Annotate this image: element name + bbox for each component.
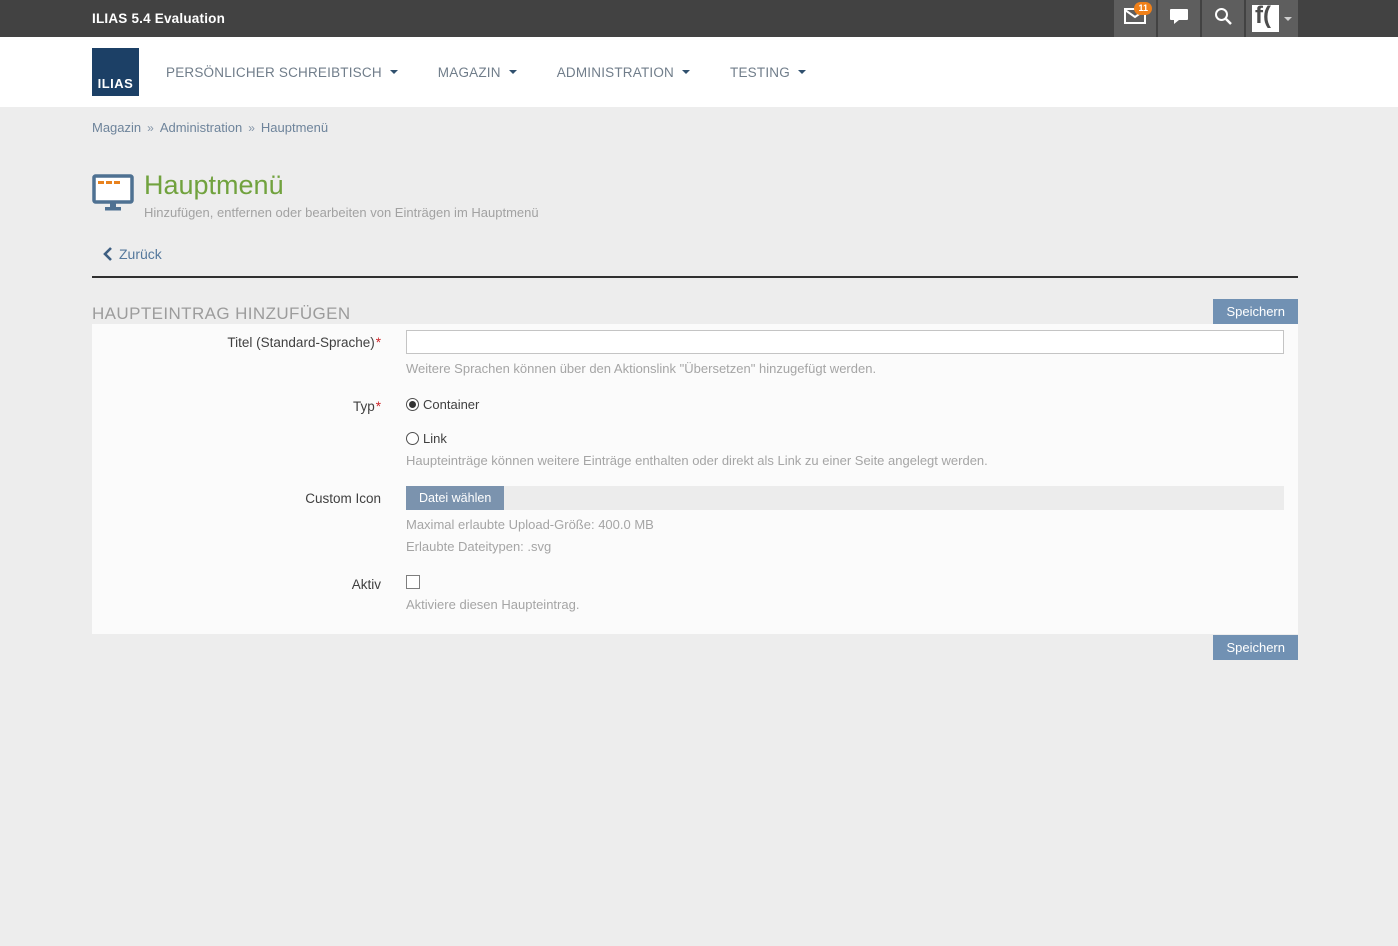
topbar-icon-group: 11 f( (1112, 0, 1298, 37)
file-types-hint: Erlaubte Dateitypen: .svg (406, 539, 1284, 554)
chevron-down-icon (390, 70, 398, 74)
required-asterisk: * (376, 335, 381, 350)
mail-button[interactable]: 11 (1114, 0, 1156, 37)
typ-option-link[interactable]: Link (406, 431, 1284, 446)
search-button[interactable] (1202, 0, 1244, 37)
nav-item-magazin[interactable]: MAGAZIN (438, 65, 517, 80)
page-subtitle: Hinzufügen, entfernen oder bearbeiten vo… (144, 205, 539, 220)
typ-option-container[interactable]: Container (406, 397, 1284, 412)
form-panel: Titel (Standard-Sprache)* Weitere Sprach… (92, 324, 1298, 634)
nav-item-label: TESTING (730, 65, 790, 80)
aktiv-checkbox[interactable] (406, 575, 420, 589)
ilias-logo[interactable]: ILIAS (92, 48, 139, 96)
required-asterisk: * (376, 399, 381, 414)
titel-label: Titel (Standard-Sprache)* (92, 330, 381, 376)
user-menu-button[interactable]: f( (1246, 0, 1298, 37)
typ-hint: Haupteinträge können weitere Einträge en… (406, 453, 1284, 468)
caret-down-icon (1284, 17, 1292, 21)
radio-container[interactable] (406, 398, 419, 411)
chevron-down-icon (509, 70, 517, 74)
nav-items: PERSÖNLICHER SCHREIBTISCH MAGAZIN ADMINI… (166, 65, 846, 80)
custom-icon-label: Custom Icon (92, 486, 381, 554)
app-title: ILIAS 5.4 Evaluation (92, 11, 225, 26)
breadcrumb-magazin[interactable]: Magazin (92, 120, 141, 135)
page-header: Hauptmenü Hinzufügen, entfernen oder bea… (92, 171, 1298, 220)
radio-link[interactable] (406, 432, 419, 445)
field-typ: Typ* Container Link Haupteinträge können… (92, 394, 1284, 468)
top-bar: ILIAS 5.4 Evaluation 11 f( (0, 0, 1398, 37)
avatar: f( (1252, 5, 1279, 32)
breadcrumb-hauptmenu[interactable]: Hauptmenü (261, 120, 328, 135)
custom-icon-file-input[interactable]: Datei wählen (406, 486, 1284, 510)
save-button-top[interactable]: Speichern (1213, 299, 1298, 324)
speech-bubble-icon (1169, 8, 1189, 30)
typ-label: Typ* (92, 394, 381, 468)
mail-count-badge: 11 (1134, 2, 1152, 15)
save-button-bottom[interactable]: Speichern (1213, 635, 1298, 660)
nav-item-label: ADMINISTRATION (557, 65, 674, 80)
radio-container-label: Container (423, 397, 479, 412)
breadcrumb-separator: » (147, 121, 154, 135)
nav-item-label: MAGAZIN (438, 65, 501, 80)
titel-hint: Weitere Sprachen können über den Aktions… (406, 361, 1284, 376)
breadcrumb-administration[interactable]: Administration (160, 120, 242, 135)
breadcrumb: Magazin » Administration » Hauptmenü (92, 107, 1298, 135)
aktiv-label: Aktiv (92, 572, 381, 612)
form-section: HAUPTEINTRAG HINZUFÜGEN Speichern Titel … (92, 299, 1298, 660)
upload-size-hint: Maximal erlaubte Upload-Größe: 400.0 MB (406, 517, 1284, 532)
titel-input[interactable] (406, 330, 1284, 354)
form-title: HAUPTEINTRAG HINZUFÜGEN (92, 304, 351, 324)
field-custom-icon: Custom Icon Datei wählen Maximal erlaubt… (92, 486, 1284, 554)
back-row: Zurück (92, 246, 1298, 278)
field-titel: Titel (Standard-Sprache)* Weitere Sprach… (92, 330, 1284, 376)
nav-item-persoenlicher-schreibtisch[interactable]: PERSÖNLICHER SCHREIBTISCH (166, 65, 398, 80)
choose-file-button[interactable]: Datei wählen (406, 486, 504, 510)
breadcrumb-separator: » (248, 121, 255, 135)
page-title: Hauptmenü (144, 171, 539, 201)
field-aktiv: Aktiv Aktiviere diesen Haupteintrag. (92, 572, 1284, 612)
nav-item-administration[interactable]: ADMINISTRATION (557, 65, 690, 80)
chat-button[interactable] (1158, 0, 1200, 37)
file-field[interactable] (504, 486, 1284, 510)
nav-item-label: PERSÖNLICHER SCHREIBTISCH (166, 65, 382, 80)
chevron-left-icon (103, 247, 112, 261)
chevron-down-icon (682, 70, 690, 74)
magnifier-icon (1214, 7, 1232, 30)
main-navbar: ILIAS PERSÖNLICHER SCHREIBTISCH MAGAZIN … (0, 37, 1398, 107)
monitor-icon (92, 174, 134, 216)
radio-link-label: Link (423, 431, 447, 446)
aktiv-hint: Aktiviere diesen Haupteintrag. (406, 597, 1284, 612)
chevron-down-icon (798, 70, 806, 74)
back-link[interactable]: Zurück (103, 246, 162, 262)
nav-item-testing[interactable]: TESTING (730, 65, 806, 80)
back-link-label: Zurück (119, 246, 162, 262)
